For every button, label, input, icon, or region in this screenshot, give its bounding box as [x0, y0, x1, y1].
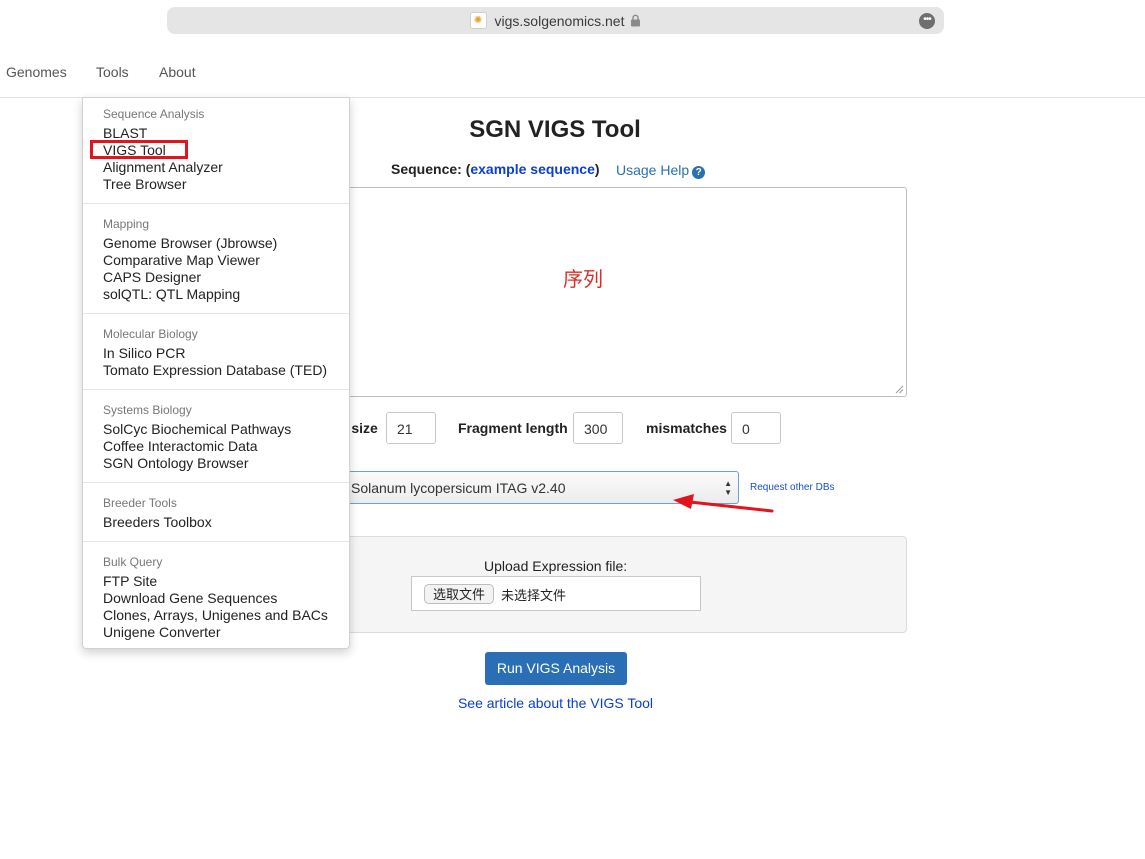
nmer-size-input[interactable]: 21 — [386, 412, 436, 444]
menu-divider — [83, 313, 349, 314]
menu-item-comparative-map-viewer[interactable]: Comparative Map Viewer — [103, 252, 260, 268]
dropdown-section-header: Mapping — [103, 217, 150, 231]
fragment-length-label: Fragment length — [458, 420, 568, 436]
menu-item-clones-arrays[interactable]: Clones, Arrays, Unigenes and BACs — [103, 607, 328, 623]
question-circle-icon: ? — [692, 166, 706, 179]
menu-item-ontology-browser[interactable]: SGN Ontology Browser — [103, 455, 249, 471]
sequence-annotation: 序列 — [563, 269, 603, 291]
red-arrow-annotation-icon — [673, 494, 774, 513]
menu-divider — [83, 482, 349, 483]
nav-genomes[interactable]: Genomes — [6, 64, 67, 80]
menu-divider — [83, 203, 349, 204]
fragment-length-input[interactable]: 300 — [573, 412, 623, 444]
menu-divider — [83, 389, 349, 390]
menu-item-ted[interactable]: Tomato Expression Database (TED) — [103, 362, 327, 378]
dropdown-section-header: Molecular Biology — [103, 327, 198, 341]
tools-dropdown-menu: Sequence Analysis BLAST VIGS Tool Alignm… — [82, 97, 350, 649]
vigs-article-link[interactable]: See article about the VIGS Tool — [0, 695, 1111, 711]
usage-help-link[interactable]: Usage Help? — [616, 162, 706, 179]
no-file-chosen-text: 未选择文件 — [501, 588, 567, 603]
menu-item-genome-browser[interactable]: Genome Browser (Jbrowse) — [103, 235, 277, 251]
menu-item-breeders-toolbox[interactable]: Breeders Toolbox — [103, 514, 212, 530]
dropdown-section-header: Bulk Query — [103, 555, 163, 569]
file-input[interactable]: 选取文件 未选择文件 — [411, 576, 701, 611]
menu-item-tree-browser[interactable]: Tree Browser — [103, 176, 187, 192]
resize-grip-icon[interactable] — [895, 385, 904, 394]
more-options-icon[interactable]: ••• — [919, 13, 935, 29]
example-sequence-link[interactable]: example sequence — [470, 161, 595, 177]
database-selected-value: Solanum lycopersicum ITAG v2.40 — [351, 480, 566, 496]
site-favicon-icon: ✺ — [469, 12, 487, 29]
menu-item-blast[interactable]: BLAST — [103, 125, 147, 141]
choose-file-button[interactable]: 选取文件 — [424, 584, 495, 604]
top-navbar: Genomes Tools About — [0, 40, 1145, 98]
run-vigs-analysis-button[interactable]: Run VIGS Analysis — [485, 652, 627, 685]
sequence-label-suffix: ) — [594, 161, 600, 177]
menu-divider — [83, 541, 349, 542]
nav-about[interactable]: About — [159, 64, 196, 80]
nav-tools[interactable]: Tools — [96, 64, 129, 80]
menu-item-alignment-analyzer[interactable]: Alignment Analyzer — [103, 159, 223, 175]
menu-item-caps-designer[interactable]: CAPS Designer — [103, 269, 201, 285]
menu-item-solqtl[interactable]: solQTL: QTL Mapping — [103, 286, 240, 302]
menu-item-unigene-converter[interactable]: Unigene Converter — [103, 624, 221, 640]
usage-help-label: Usage Help — [616, 162, 690, 178]
menu-item-coffee-interactomic[interactable]: Coffee Interactomic Data — [103, 438, 258, 454]
mismatches-label: mismatches — [646, 420, 727, 436]
menu-item-in-silico-pcr[interactable]: In Silico PCR — [103, 345, 185, 361]
menu-item-ftp-site[interactable]: FTP Site — [103, 573, 157, 589]
sequence-label-prefix: Sequence: ( — [391, 161, 471, 177]
menu-item-solcyc[interactable]: SolCyc Biochemical Pathways — [103, 421, 291, 437]
dropdown-section-header: Sequence Analysis — [103, 107, 205, 121]
address-bar[interactable]: ✺ vigs.solgenomics.net ••• — [167, 7, 944, 34]
dropdown-section-header: Systems Biology — [103, 403, 192, 417]
dropdown-section-header: Breeder Tools — [103, 496, 177, 510]
lock-icon — [631, 14, 641, 27]
url-text: vigs.solgenomics.net — [494, 12, 625, 29]
sequence-label: Sequence: (example sequence) — [391, 161, 600, 177]
sequence-textarea[interactable] — [330, 187, 907, 397]
vigs-tool-highlight-box — [90, 140, 188, 159]
mismatches-input[interactable]: 0 — [731, 412, 781, 444]
upload-expression-label: Upload Expression file: — [484, 558, 628, 574]
menu-item-download-gene-sequences[interactable]: Download Gene Sequences — [103, 590, 277, 606]
